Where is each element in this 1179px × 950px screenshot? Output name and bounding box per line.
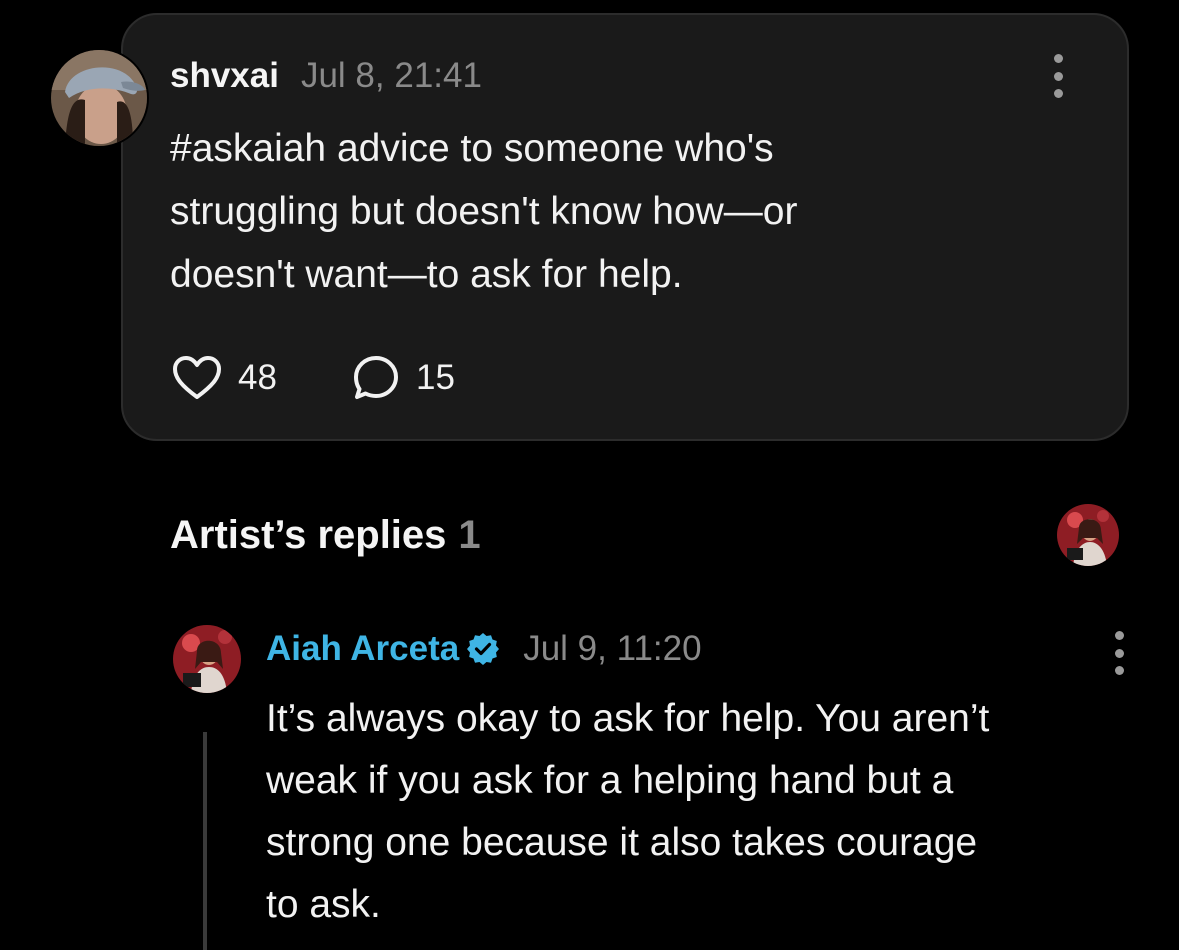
verified-badge-icon bbox=[467, 633, 500, 665]
username[interactable]: shvxai bbox=[170, 56, 279, 96]
reply-text-line: to ask. bbox=[266, 883, 381, 926]
reply-timestamp: Jul 9, 11:20 bbox=[523, 629, 702, 668]
heart-outline-icon bbox=[173, 356, 221, 399]
post-more-options-icon[interactable] bbox=[1046, 54, 1070, 98]
artist-avatar[interactable] bbox=[173, 625, 241, 693]
post-header: shvxai Jul 8, 21:41 bbox=[170, 54, 482, 98]
like-button[interactable]: 48 bbox=[172, 354, 277, 402]
post-text-line: struggling but doesn't know how—or bbox=[170, 190, 798, 233]
post-text-line: doesn't want—to ask for help. bbox=[170, 253, 683, 296]
speech-bubble-icon bbox=[354, 356, 398, 399]
user-avatar[interactable] bbox=[49, 48, 149, 148]
reply-text-line: strong one because it also takes courage bbox=[266, 821, 978, 864]
post-timestamp: Jul 8, 21:41 bbox=[300, 56, 482, 95]
comment-button[interactable]: 15 bbox=[352, 354, 455, 402]
post-text-line: #askaiah advice to someone who's bbox=[170, 127, 774, 170]
thread-line bbox=[203, 732, 207, 950]
artist-avatar-small[interactable] bbox=[1057, 504, 1119, 566]
artist-replies-header: Artist’s replies 1 bbox=[170, 510, 481, 560]
artist-name[interactable]: Aiah Arceta bbox=[266, 629, 459, 669]
section-count: 1 bbox=[458, 512, 481, 557]
section-title: Artist’s replies bbox=[170, 512, 447, 557]
reply-text: It’s always okay to ask for help. You ar… bbox=[266, 688, 1146, 936]
comment-count: 15 bbox=[416, 358, 455, 397]
post-text: #askaiah advice to someone who's struggl… bbox=[170, 117, 1070, 306]
reply-text-line: weak if you ask for a helping hand but a bbox=[266, 759, 954, 802]
reply-more-options-icon[interactable] bbox=[1107, 631, 1131, 675]
reply-header: Aiah Arceta Jul 9, 11:20 bbox=[266, 627, 702, 671]
like-count: 48 bbox=[238, 358, 277, 397]
reply-text-line: It’s always okay to ask for help. You ar… bbox=[266, 697, 990, 740]
